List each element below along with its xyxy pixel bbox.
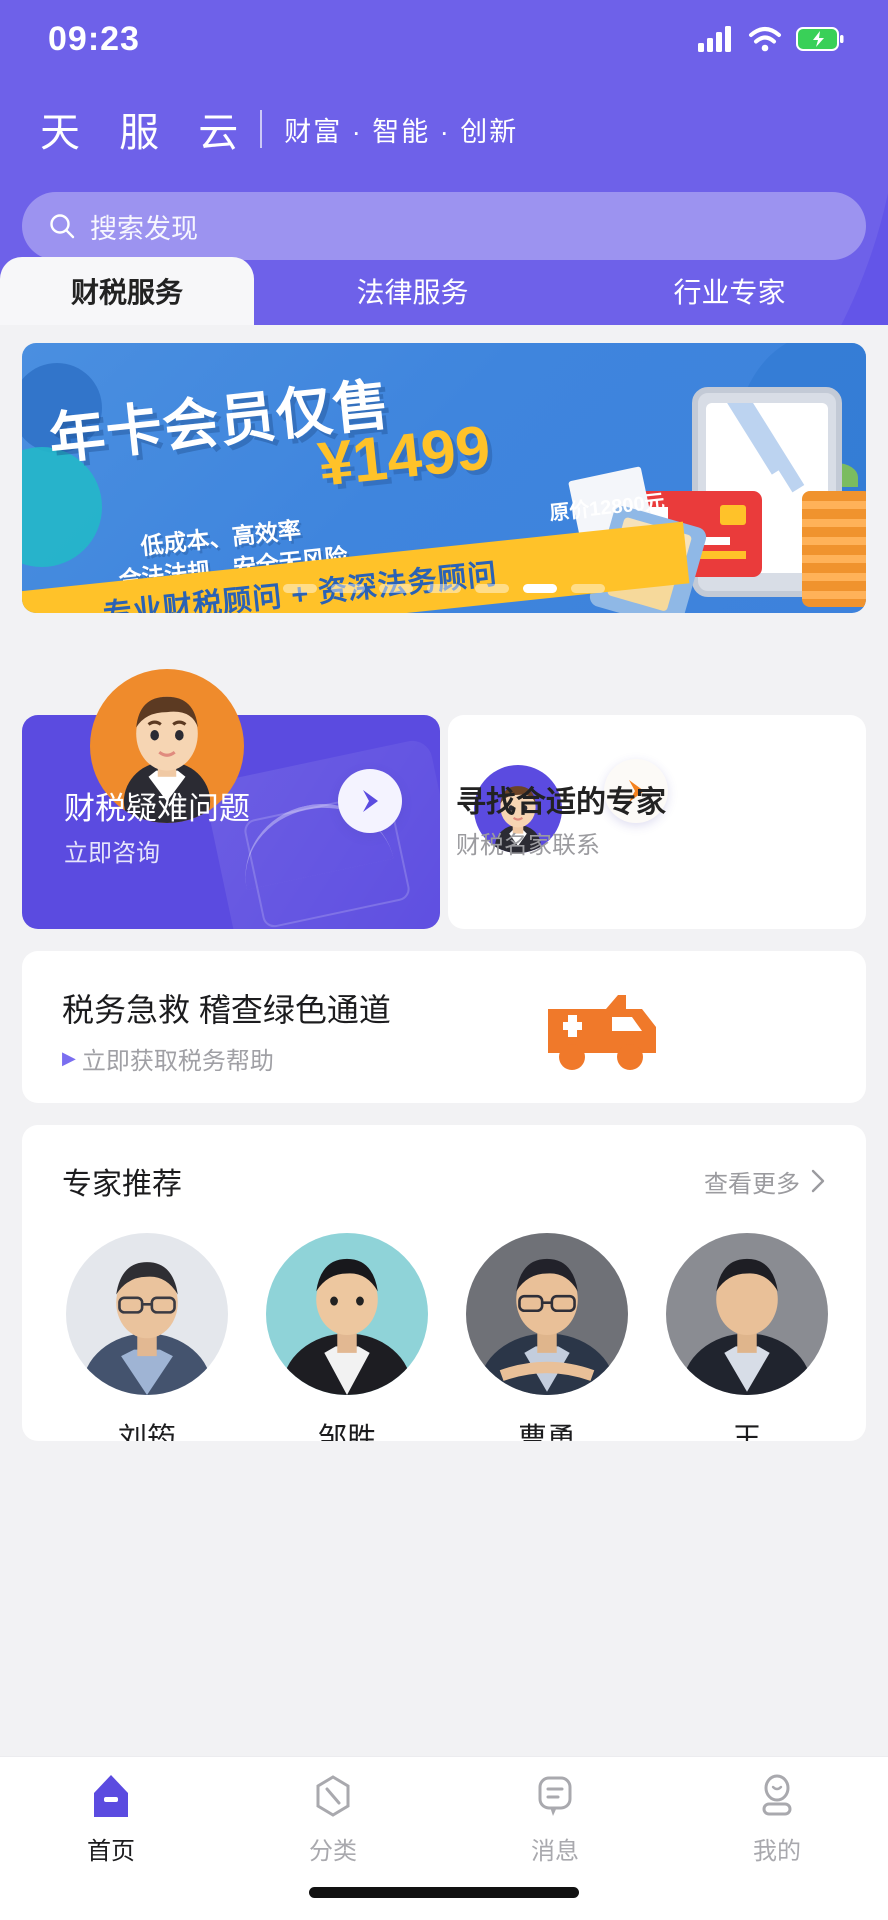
play-caret-icon: ▶ [62, 1048, 76, 1068]
tab-falv[interactable]: 法律服务 [254, 257, 571, 325]
home-indicator [309, 1887, 579, 1898]
nav-item-profile-label: 我的 [753, 1838, 801, 1865]
avatar [266, 1233, 428, 1395]
expert-name: 曹勇 [517, 1423, 576, 1441]
banner-dot[interactable] [379, 584, 413, 593]
banner-dot[interactable] [283, 584, 317, 593]
chevron-right-icon [811, 1169, 825, 1193]
search-placeholder: 搜索发现 [90, 213, 198, 244]
card-tax-questions-title: 财税疑难问题 [64, 791, 250, 826]
experts-title: 专家推荐 [62, 1168, 182, 1201]
search-input[interactable]: 搜索发现 [22, 192, 866, 260]
ambulance-icon [548, 995, 656, 1070]
brand-name: 天 服 云 [40, 111, 253, 155]
nav-item-category[interactable]: 分类 [222, 1773, 444, 1866]
signal-icon [698, 26, 731, 52]
search-icon [50, 214, 75, 239]
list-item[interactable]: 曹勇 [466, 1233, 628, 1441]
expert-name: 刘筠 [117, 1423, 176, 1441]
brand-slogan: 财富 · 智能 · 创新 [284, 116, 519, 147]
banner-dot[interactable] [427, 584, 461, 593]
wifi-icon [749, 27, 781, 52]
category-icon [316, 1775, 350, 1817]
nav-item-category-label: 分类 [309, 1838, 357, 1865]
brand-row: 天 服 云 财富 · 智能 · 创新 [0, 78, 888, 158]
nav-item-message[interactable]: 消息 [444, 1773, 666, 1866]
banner-dot[interactable] [475, 584, 509, 593]
expert-photo [466, 1233, 628, 1395]
tab-hangye[interactable]: 行业专家 [571, 257, 888, 325]
card-tax-questions-play-button[interactable] [338, 769, 402, 833]
status-bar: 09:23 [0, 0, 888, 78]
nav-item-home-label: 首页 [87, 1838, 135, 1865]
emergency-card-subtitle: 立即获取税务帮助 [81, 1048, 274, 1075]
experts-list[interactable]: 刘筠 邹胜 曹勇 王 [22, 1203, 866, 1441]
avatar [666, 1233, 828, 1395]
experts-view-more-label: 查看更多 [704, 1170, 800, 1198]
play-icon [363, 790, 378, 812]
nav-item-profile[interactable]: 我的 [666, 1773, 888, 1866]
expert-photo [266, 1233, 428, 1395]
home-icon [94, 1775, 128, 1817]
message-icon [538, 1776, 572, 1816]
banner-dot[interactable] [571, 584, 605, 593]
expert-photo [66, 1233, 228, 1395]
status-icons [698, 26, 844, 52]
expert-name: 邹胜 [317, 1423, 376, 1441]
profile-icon [762, 1774, 792, 1816]
banner-dot-active[interactable] [523, 584, 557, 593]
emergency-card[interactable]: 税务急救 稽查绿色通道 ▶ 立即获取税务帮助 [22, 951, 866, 1103]
experts-section: 专家推荐 查看更多 刘筠 邹胜 曹勇 王 [22, 1125, 866, 1441]
card-find-expert-title: 寻找合适的专家 [456, 786, 666, 819]
tab-bar: 财税服务 法律服务 行业专家 [0, 257, 888, 325]
emergency-card-title: 税务急救 稽查绿色通道 [62, 992, 391, 1028]
tab-caishui[interactable]: 财税服务 [0, 257, 254, 325]
list-item[interactable]: 刘筠 [66, 1233, 228, 1441]
avatar [466, 1233, 628, 1395]
promo-banner[interactable]: 年卡会员仅售 ¥1499 原价12800元 低成本、高效率 合法法规、安全无风险… [22, 343, 866, 613]
brand-divider [260, 110, 263, 148]
nav-item-home[interactable]: 首页 [0, 1773, 222, 1866]
experts-view-more-button[interactable]: 查看更多 [704, 1164, 826, 1199]
card-find-expert-subtitle: 财税名家联系 [456, 832, 600, 859]
status-time: 09:23 [48, 19, 140, 58]
experts-header: 专家推荐 查看更多 [22, 1159, 866, 1203]
expert-photo [666, 1233, 828, 1395]
coins-illustration [802, 491, 866, 607]
avatar [66, 1233, 228, 1395]
nav-item-message-label: 消息 [531, 1838, 579, 1865]
list-item[interactable]: 邹胜 [266, 1233, 428, 1441]
battery-charging-icon [796, 27, 844, 51]
page-content: 年卡会员仅售 ¥1499 原价12800元 低成本、高效率 合法法规、安全无风险… [0, 343, 888, 1441]
list-item[interactable]: 王 [666, 1233, 828, 1441]
emergency-card-subtitle-row: ▶ 立即获取税务帮助 [62, 1041, 274, 1076]
banner-dot[interactable] [331, 584, 365, 593]
app-header: 09:23 天 服 云 财富 · 智能 · 创新 搜索发现 财税服务 法律服务 … [0, 0, 888, 325]
service-cards: 财税疑难问题 立即咨询 寻找合适的专家 财税名家联系 [22, 669, 866, 929]
expert-name: 王 [732, 1423, 762, 1441]
banner-pagination[interactable] [283, 584, 605, 593]
card-tax-questions-subtitle: 立即咨询 [64, 840, 160, 867]
